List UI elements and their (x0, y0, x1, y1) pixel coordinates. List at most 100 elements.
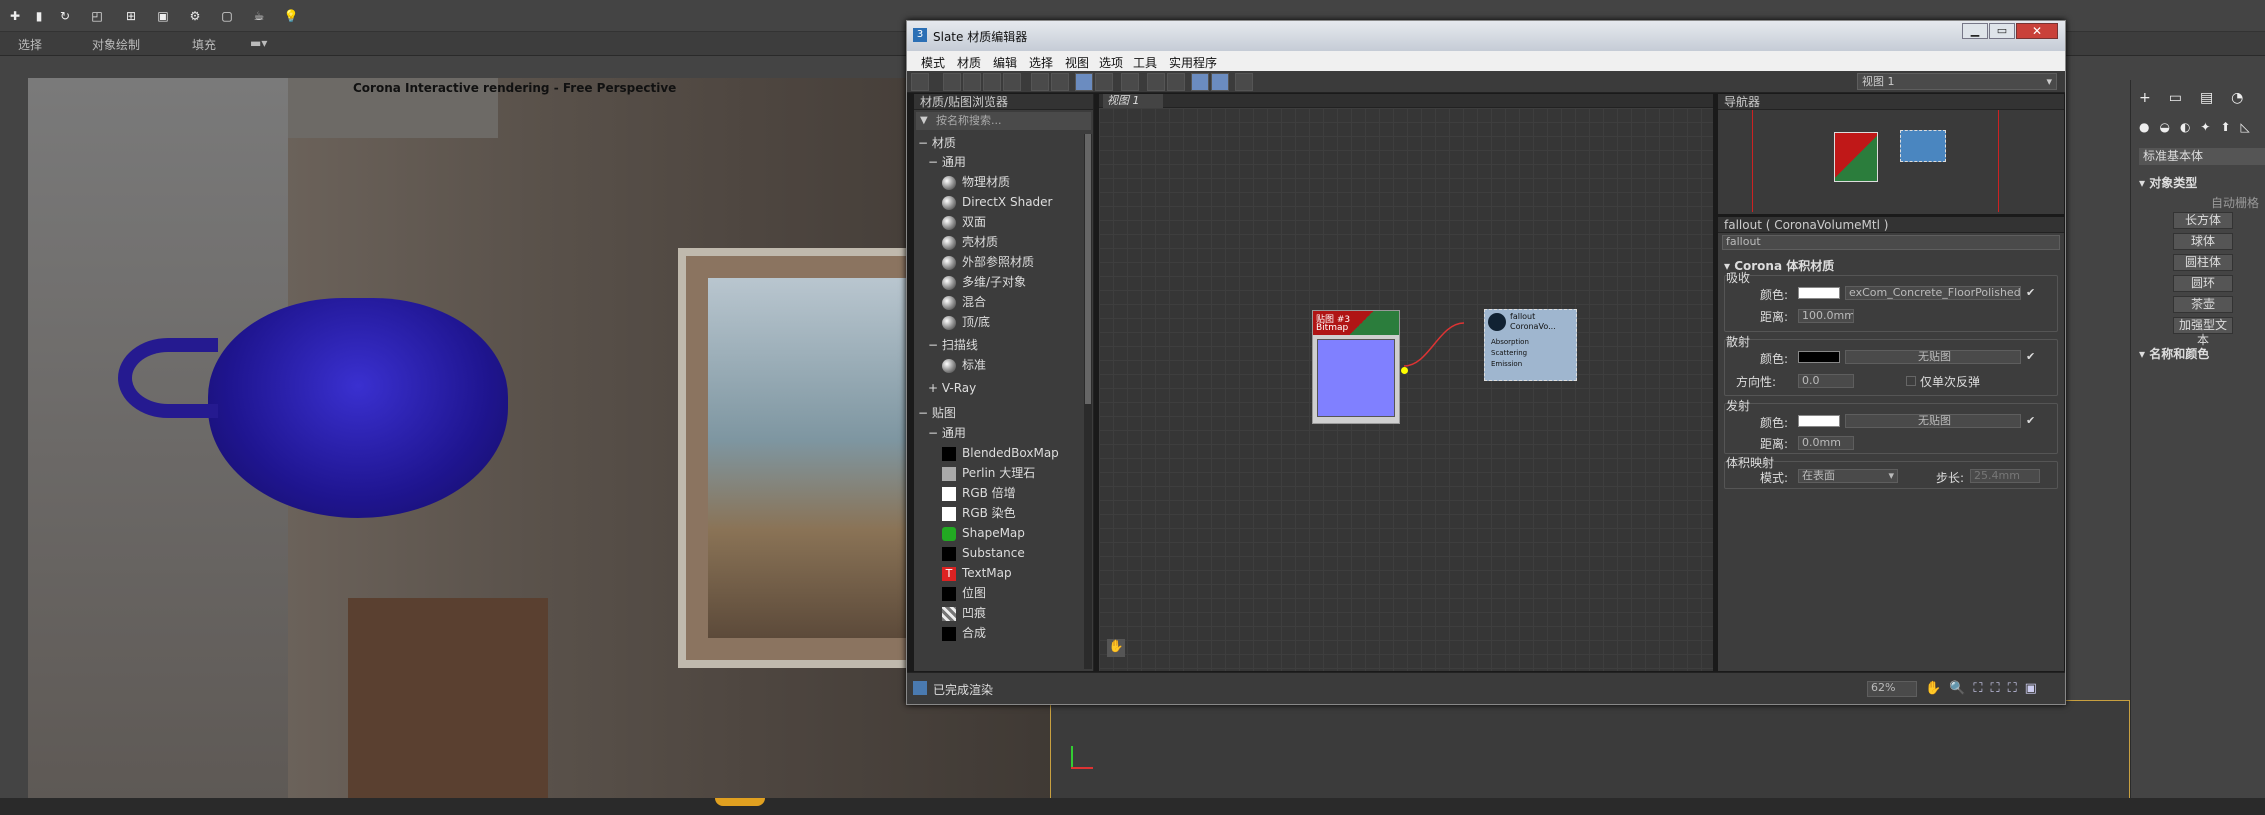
scattering-map-button[interactable]: 无贴图 (1845, 350, 2021, 364)
material-item[interactable]: 多维/子对象 (914, 273, 1082, 292)
map-item[interactable]: ShapeMap (914, 524, 1082, 543)
group-vray[interactable]: + V-Ray (928, 379, 976, 398)
slot-absorption[interactable]: Absorption (1491, 338, 1529, 346)
map-item[interactable]: 位图 (914, 584, 1082, 603)
tab-select[interactable]: 选择 (18, 36, 42, 53)
toggle-browser-icon[interactable] (1191, 73, 1209, 91)
sphere-button[interactable]: 球体 (2173, 233, 2233, 250)
material-item[interactable]: 顶/底 (914, 313, 1082, 332)
menu-material[interactable]: 材质 (957, 54, 981, 71)
rotate-icon[interactable]: ↻ (54, 5, 76, 27)
group-maps-general[interactable]: − 通用 (928, 424, 966, 443)
cylinder-button[interactable]: 圆柱体 (2173, 254, 2233, 271)
assign-material-icon[interactable] (983, 73, 1001, 91)
show-map-icon[interactable] (1075, 73, 1093, 91)
slot-scattering[interactable]: Scattering (1491, 349, 1527, 357)
view-select-dropdown[interactable]: 视图 1 ▾ (1857, 73, 2057, 90)
select-by-material-icon[interactable] (1235, 73, 1253, 91)
absorption-color-swatch[interactable] (1798, 287, 1840, 299)
map-item[interactable]: 合成 (914, 624, 1082, 643)
absorption-map-checkbox[interactable]: ✔ (2026, 286, 2035, 299)
viewport-bottom-right[interactable] (1050, 700, 2130, 800)
maximize-button[interactable]: ▭ (1989, 23, 2015, 39)
menu-options[interactable]: 选项 (1099, 54, 1123, 71)
timeline-bar[interactable] (0, 798, 2265, 815)
slate-title-bar[interactable]: 3 Slate 材质编辑器 ▁ ▭ ✕ (907, 21, 2065, 51)
search-options-icon[interactable]: ▼ (920, 115, 928, 126)
emission-map-button[interactable]: 无贴图 (1845, 414, 2021, 428)
slot-emission[interactable]: Emission (1491, 360, 1522, 368)
light-icon[interactable]: 💡 (280, 5, 302, 27)
tab-object-paint[interactable]: 对象绘制 (92, 36, 140, 53)
absorption-distance-spinner[interactable]: 100.0mm (1798, 309, 1854, 323)
tab-fill[interactable]: 填充 (192, 36, 216, 53)
render-region-icon[interactable]: ▢ (216, 5, 238, 27)
render-frame-icon[interactable]: ▣ (152, 5, 174, 27)
command-tabs[interactable]: +▭▤◔ (2139, 90, 2259, 110)
map-item[interactable]: Substance (914, 544, 1082, 563)
material-item[interactable]: 外部参照材质 (914, 253, 1082, 272)
primitive-dropdown[interactable]: 标准基本体 (2139, 148, 2265, 165)
scattering-map-checkbox[interactable]: ✔ (2026, 350, 2035, 363)
show-background-icon[interactable] (1095, 73, 1113, 91)
create-category-icons[interactable]: ●◒◐✦⬆◺ (2139, 120, 2259, 138)
material-editor-icon[interactable]: ⚙ (184, 5, 206, 27)
volume-step-spinner[interactable]: 25.4mm (1970, 469, 2040, 483)
render-setup-icon[interactable]: ◰ (86, 5, 108, 27)
map-item[interactable]: 凹痕 (914, 604, 1082, 623)
fallout-node[interactable]: fallout CoronaVo... Absorption Scatterin… (1484, 309, 1577, 381)
slate-material-editor-window[interactable]: 3 Slate 材质编辑器 ▁ ▭ ✕ 模式 材质 编辑 选择 视图 选项 工具… (906, 20, 2066, 705)
material-item[interactable]: DirectX Shader (914, 193, 1082, 212)
section-maps[interactable]: − 贴图 (918, 404, 956, 423)
time-slider-handle[interactable] (715, 798, 765, 806)
node-view[interactable]: 视图 1 贴图 #3 Bitmap fallout CoronaVo... Ab… (1099, 94, 1713, 671)
group-general[interactable]: − 通用 (928, 153, 966, 172)
delete-icon[interactable] (1003, 73, 1021, 91)
teapot-button[interactable]: 茶壶 (2173, 296, 2233, 313)
map-item[interactable]: RGB 倍增 (914, 484, 1082, 503)
menu-utilities[interactable]: 实用程序 (1169, 54, 1217, 71)
volume-mode-dropdown[interactable]: 在表面 ▾ (1798, 469, 1898, 483)
map-item[interactable]: RGB 染色 (914, 504, 1082, 523)
scattering-color-swatch[interactable] (1798, 351, 1840, 363)
browser-search-input[interactable]: 按名称搜索... (916, 112, 1091, 130)
sample-slot-icon[interactable] (1121, 73, 1139, 91)
map-item[interactable]: T TextMap (914, 564, 1082, 583)
zoom-dropdown[interactable]: 62% (1867, 681, 1917, 697)
single-bounce-checkbox[interactable] (1906, 376, 1916, 386)
autogrid-checkbox[interactable]: 自动栅格 (2211, 194, 2259, 211)
section-materials[interactable]: − 材质 (918, 134, 956, 153)
emission-map-checkbox[interactable]: ✔ (2026, 414, 2035, 427)
close-button[interactable]: ✕ (2016, 23, 2058, 39)
menu-mode[interactable]: 模式 (921, 54, 945, 71)
absorption-map-button[interactable]: exCom_Concrete_FloorPolished (1845, 286, 2021, 300)
emission-distance-spinner[interactable]: 0.0mm (1798, 436, 1854, 450)
minimize-button[interactable]: ▁ (1962, 23, 1988, 39)
map-item[interactable]: Perlin 大理石 (914, 464, 1082, 483)
torus-button[interactable]: 圆环 (2173, 275, 2233, 292)
navigator-panel[interactable]: 导航器 (1718, 94, 2064, 214)
menu-edit[interactable]: 编辑 (993, 54, 1017, 71)
put-material-icon[interactable] (963, 73, 981, 91)
scattering-dir-spinner[interactable]: 0.0 (1798, 374, 1854, 388)
pan-hand-icon[interactable]: ✋ (1107, 639, 1125, 657)
zoom-tools-icons[interactable]: ✋🔍⛶⛶⛶▣ (1925, 681, 2045, 696)
material-item[interactable]: 混合 (914, 293, 1082, 312)
hide-unused-icon[interactable] (1051, 73, 1069, 91)
ribbon-options-icon[interactable]: ▬▾ (250, 36, 267, 50)
pick-material-icon[interactable] (943, 73, 961, 91)
menu-view[interactable]: 视图 (1065, 54, 1089, 71)
material-item[interactable]: 标准 (914, 356, 1082, 375)
undo-icon[interactable]: ✚ (4, 5, 26, 27)
layout-all-icon[interactable] (1147, 73, 1165, 91)
select-tool-icon[interactable] (911, 73, 929, 91)
toggle-params-icon[interactable] (1211, 73, 1229, 91)
material-item[interactable]: 物理材质 (914, 173, 1082, 192)
material-item[interactable]: 双面 (914, 213, 1082, 232)
move-children-icon[interactable] (1031, 73, 1049, 91)
box-button[interactable]: 长方体 (2173, 212, 2233, 229)
menu-tools[interactable]: 工具 (1133, 54, 1157, 71)
browser-scrollbar[interactable] (1084, 134, 1092, 669)
group-scanline[interactable]: − 扫描线 (928, 336, 978, 355)
layout-children-icon[interactable] (1167, 73, 1185, 91)
